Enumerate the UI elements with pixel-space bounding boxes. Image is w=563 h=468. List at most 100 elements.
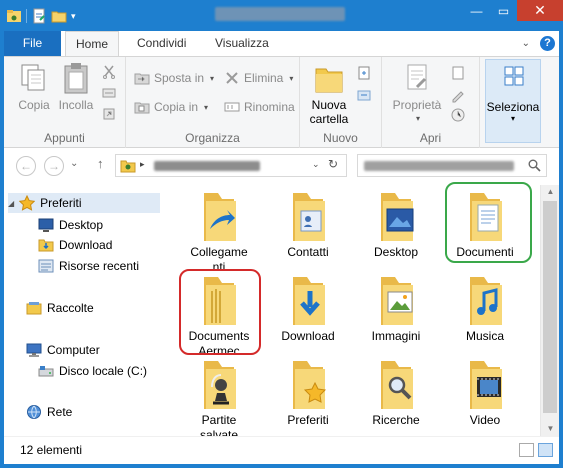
close-icon[interactable]: ✕ — [517, 0, 563, 21]
delete-icon — [226, 72, 238, 84]
recent-places-icon — [38, 259, 54, 273]
nav-item-libraries[interactable]: Raccolte — [26, 298, 94, 318]
explorer-icon[interactable] — [6, 8, 22, 24]
new-folder-icon[interactable] — [51, 8, 67, 24]
clipboard-group-label: Appunti — [44, 131, 85, 145]
details-view-icon[interactable] — [519, 443, 534, 457]
folder-item-video[interactable]: Video — [441, 357, 529, 428]
nav-label-desktop: Desktop — [59, 218, 104, 232]
nav-item-computer[interactable]: Computer — [26, 340, 100, 360]
up-icon[interactable]: ↑ — [97, 156, 104, 171]
breadcrumb-chevron-icon[interactable]: ▸ — [140, 159, 145, 170]
help-icon[interactable]: ? — [540, 36, 555, 51]
folder-item-desktop[interactable]: Desktop — [352, 189, 440, 260]
nav-item-favorites[interactable]: ◢ Preferiti — [8, 193, 160, 213]
rename-label: Rinomina — [244, 100, 295, 114]
select-button[interactable]: Seleziona ▾ — [485, 59, 541, 143]
organize-group: Sposta in ▾ Copia in ▾ Elimina ▾ Rinomina O… — [126, 57, 300, 148]
title-bar: ▾ — ▭ ✕ — [0, 0, 563, 31]
new-item-icon[interactable] — [356, 65, 372, 81]
properties-icon — [407, 64, 427, 90]
tab-view[interactable]: Visualizza — [205, 31, 279, 56]
rename-button[interactable]: Rinomina — [224, 98, 295, 116]
paste-label: Incolla — [58, 98, 94, 112]
cut-icon[interactable] — [102, 65, 116, 79]
history-icon[interactable] — [450, 107, 466, 123]
minimize-icon[interactable]: — — [463, 0, 490, 21]
nav-item-local-disk[interactable]: Disco locale (C:) — [38, 361, 147, 381]
edit-icon[interactable] — [450, 87, 466, 103]
nav-item-recent[interactable]: Risorse recenti — [38, 256, 139, 276]
main-area: ◢ Preferiti Desktop Download Risorse rec… — [4, 182, 559, 442]
maximize-icon[interactable]: ▭ — [490, 0, 517, 21]
item-count: 12 elementi — [20, 443, 83, 457]
folder-item-pictures[interactable]: Immagini — [352, 273, 440, 344]
copy-path-icon[interactable] — [102, 86, 116, 100]
nav-label-recent: Risorse recenti — [59, 259, 140, 273]
folder-item-contacts[interactable]: Contatti — [264, 189, 352, 260]
customize-toolbar-icon[interactable]: ▾ — [71, 11, 76, 22]
vertical-scrollbar[interactable]: ▲ ▼ — [540, 185, 559, 436]
move-to-icon — [134, 73, 150, 85]
paste-shortcut-icon[interactable] — [102, 107, 116, 121]
forward-icon[interactable]: → — [44, 156, 64, 176]
scroll-up-icon[interactable]: ▲ — [541, 185, 560, 199]
easy-access-icon[interactable] — [356, 87, 372, 103]
move-to-button[interactable]: Sposta in ▾ — [134, 69, 214, 87]
star-icon — [19, 195, 36, 211]
nav-label-libraries: Raccolte — [47, 301, 94, 315]
open-group: Proprietà ▾ Apri — [382, 57, 480, 148]
folder-item-download[interactable]: Download — [264, 273, 352, 344]
nav-item-download[interactable]: Download — [38, 235, 112, 255]
new-folder-button[interactable]: Nuova cartella — [306, 61, 352, 126]
open-icon[interactable] — [450, 65, 466, 81]
properties-icon[interactable] — [31, 8, 47, 24]
nav-item-desktop[interactable]: Desktop — [38, 215, 103, 235]
folder-item-saved-games[interactable]: Partite salvate — [175, 357, 263, 443]
folder-label: Video — [469, 413, 501, 427]
tab-file[interactable]: File — [4, 31, 61, 56]
tab-home[interactable]: Home — [65, 31, 120, 57]
delete-label: Elimina — [244, 71, 284, 85]
videos-folder-icon — [470, 361, 502, 409]
search-icon[interactable] — [528, 159, 541, 172]
new-folder-icon — [315, 68, 343, 93]
navigation-pane: ◢ Preferiti Desktop Download Risorse rec… — [4, 185, 162, 436]
copy-to-label: Copia in — [154, 100, 199, 114]
nav-item-network[interactable]: Rete — [26, 402, 72, 422]
recent-locations-icon[interactable]: ⌄ — [70, 158, 78, 169]
quick-access-toolbar: ▾ — [6, 6, 76, 26]
folder-item-links[interactable]: Collegame nti — [175, 189, 263, 275]
search-input[interactable] — [357, 154, 547, 177]
music-folder-icon — [470, 277, 502, 325]
copy-to-icon — [134, 102, 150, 114]
downloads-folder-icon — [293, 277, 325, 325]
delete-button[interactable]: Elimina ▾ — [224, 69, 293, 87]
folder-item-favorites[interactable]: Preferiti — [264, 357, 352, 428]
address-bar[interactable]: ▸ ⌄ ↻ — [115, 154, 347, 177]
back-icon[interactable]: ← — [16, 156, 36, 176]
user-folder-icon — [120, 160, 136, 173]
folder-item-music[interactable]: Musica — [441, 273, 529, 344]
favorites-folder-icon — [293, 361, 327, 409]
search-placeholder — [364, 161, 514, 171]
folder-item-searches[interactable]: Ricerche — [352, 357, 440, 428]
expand-ribbon-icon[interactable]: ⌄ — [522, 38, 530, 49]
properties-button[interactable]: Proprietà ▾ — [390, 61, 444, 126]
folder-label: Collegame — [190, 245, 248, 259]
copy-button[interactable]: Copia — [12, 61, 56, 112]
refresh-icon[interactable]: ↻ — [328, 157, 338, 171]
address-dropdown-icon[interactable]: ⌄ — [312, 159, 320, 170]
copy-label: Copia — [18, 98, 50, 112]
scrollbar-thumb[interactable] — [543, 201, 557, 413]
collapse-icon[interactable]: ◢ — [8, 199, 14, 208]
green-highlight-circle — [445, 182, 532, 263]
copy-to-button[interactable]: Copia in ▾ — [134, 98, 208, 116]
rename-icon — [224, 102, 240, 112]
tab-share[interactable]: Condividi — [127, 31, 196, 56]
new-folder-label-line2: cartella — [309, 112, 349, 126]
paste-button[interactable]: Incolla — [54, 61, 98, 112]
scroll-down-icon[interactable]: ▼ — [541, 422, 560, 436]
nav-label-favorites: Preferiti — [40, 196, 82, 210]
large-icons-view-icon[interactable] — [538, 443, 553, 457]
